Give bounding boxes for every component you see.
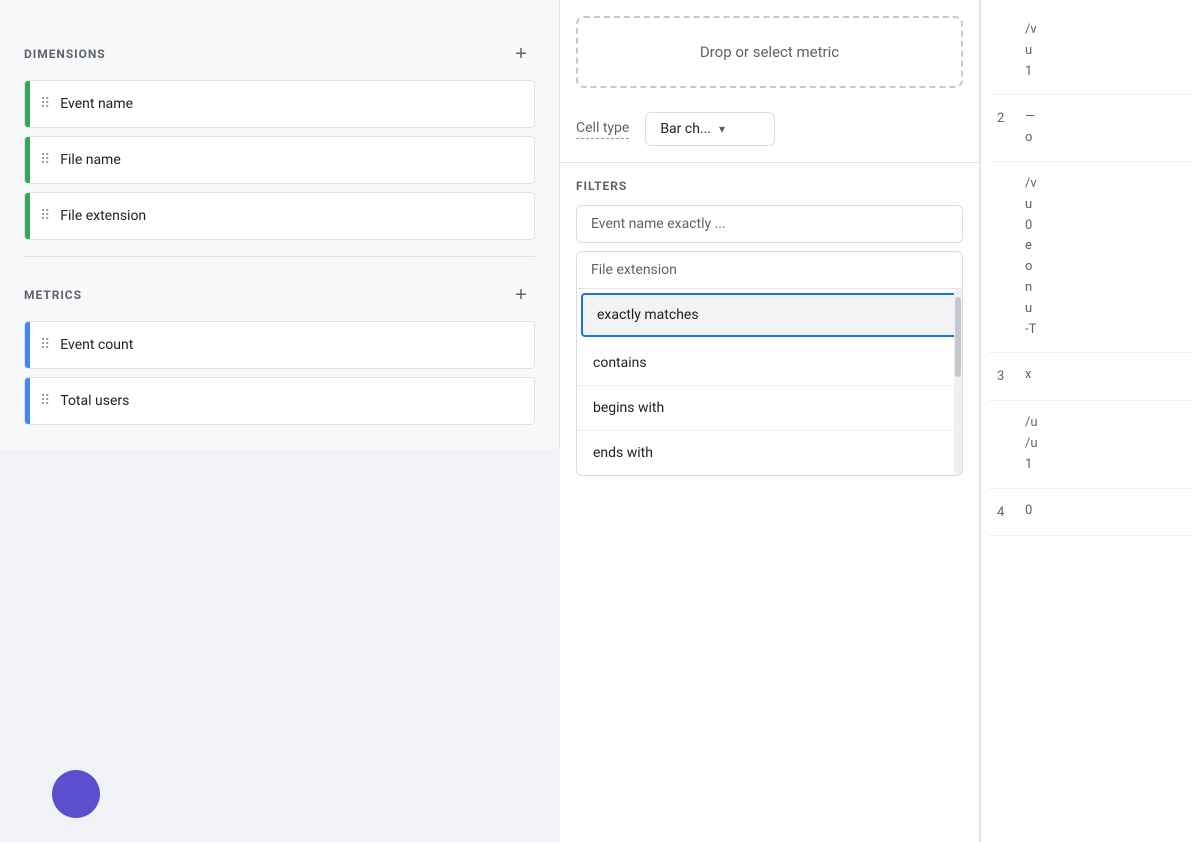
drag-icon-event-count[interactable]: ⠿ [30,337,60,353]
drag-icon-total-users[interactable]: ⠿ [30,393,60,409]
middle-panel: Drop or select metric Cell type Bar ch..… [560,0,980,842]
row-text-6: 0 [1025,501,1184,522]
file-extension-header: File extension [577,252,962,289]
metric-item-event-count[interactable]: ⠿ Event count [24,321,535,369]
filters-title: FILTERS [576,179,963,193]
data-row-1: /vu1 [989,8,1192,95]
dropdown-option-exactly-matches[interactable]: exactly matches [581,293,958,337]
metric-label-total-users: Total users [60,393,129,409]
filters-section: FILTERS Event name exactly ... File exte… [560,162,979,476]
metrics-label: METRICS [24,288,82,302]
row-number-2: 2 [997,107,1017,130]
metric-label-event-count: Event count [60,337,133,353]
dimension-item-event-name[interactable]: ⠿ Event name [24,80,535,128]
dropdown-scrollbar[interactable] [954,289,962,475]
dimension-label-file-name: File name [60,152,121,168]
dropdown-option-ends-with[interactable]: ends with [577,430,962,475]
drag-icon-file-name[interactable]: ⠿ [30,152,60,168]
drag-icon-file-extension[interactable]: ⠿ [30,208,60,224]
dimensions-label: DIMENSIONS [24,47,106,61]
drag-icon-event-name[interactable]: ⠿ [30,96,60,112]
data-row-5: /u/u1 [989,401,1192,488]
data-row-2: 2 —o [989,95,1192,162]
add-dimension-button[interactable]: + [507,40,535,68]
filter-event-name-pill[interactable]: Event name exactly ... [576,205,963,243]
cell-type-value: Bar ch... [660,121,711,137]
row-text-2: —o [1025,107,1184,149]
file-extension-dropdown[interactable]: File extension exactly matches contains … [576,251,963,476]
dimension-item-file-extension[interactable]: ⠿ File extension [24,192,535,240]
row-number-5 [997,413,1017,415]
data-row-6: 4 0 [989,489,1192,537]
dropdown-scroll-container: exactly matches contains begins with end… [577,289,962,475]
add-metric-button[interactable]: + [507,281,535,309]
dimension-item-file-name[interactable]: ⠿ File name [24,136,535,184]
metric-item-total-users[interactable]: ⠿ Total users [24,377,535,425]
dropdown-options: exactly matches contains begins with end… [577,289,962,475]
row-text-3: /vu0eonu-T [1025,174,1184,340]
drop-metric-area[interactable]: Drop or select metric [576,16,963,88]
avatar[interactable] [52,770,100,818]
row-number-6: 4 [997,501,1017,524]
dimensions-section-header: DIMENSIONS + [24,24,535,80]
cell-type-label: Cell type [576,120,629,139]
row-number-4: 3 [997,365,1017,388]
metrics-section-header: METRICS + [24,265,535,321]
dropdown-option-begins-with[interactable]: begins with [577,385,962,430]
right-panel-content: /vu1 2 —o /vu0eonu-T 3 x /u/u1 4 0 [981,0,1200,544]
drop-metric-text: Drop or select metric [700,43,839,61]
cell-type-select[interactable]: Bar ch... ▾ [645,112,775,146]
section-divider [24,256,535,257]
filter-event-name-text: Event name exactly ... [591,216,726,232]
data-row-3: /vu0eonu-T [989,162,1192,353]
row-number-1 [997,20,1017,22]
row-text-1: /vu1 [1025,20,1184,82]
row-text-5: /u/u1 [1025,413,1184,475]
dropdown-option-contains[interactable]: contains [577,341,962,385]
row-number-3 [997,174,1017,176]
cell-type-row: Cell type Bar ch... ▾ [560,104,979,162]
chevron-down-icon: ▾ [719,122,725,136]
dimension-label-event-name: Event name [60,96,133,112]
dimension-label-file-extension: File extension [60,208,146,224]
data-row-4: 3 x [989,353,1192,401]
row-text-4: x [1025,365,1184,386]
right-panel: /vu1 2 —o /vu0eonu-T 3 x /u/u1 4 0 [980,0,1200,842]
dropdown-scrollbar-thumb [955,297,961,377]
